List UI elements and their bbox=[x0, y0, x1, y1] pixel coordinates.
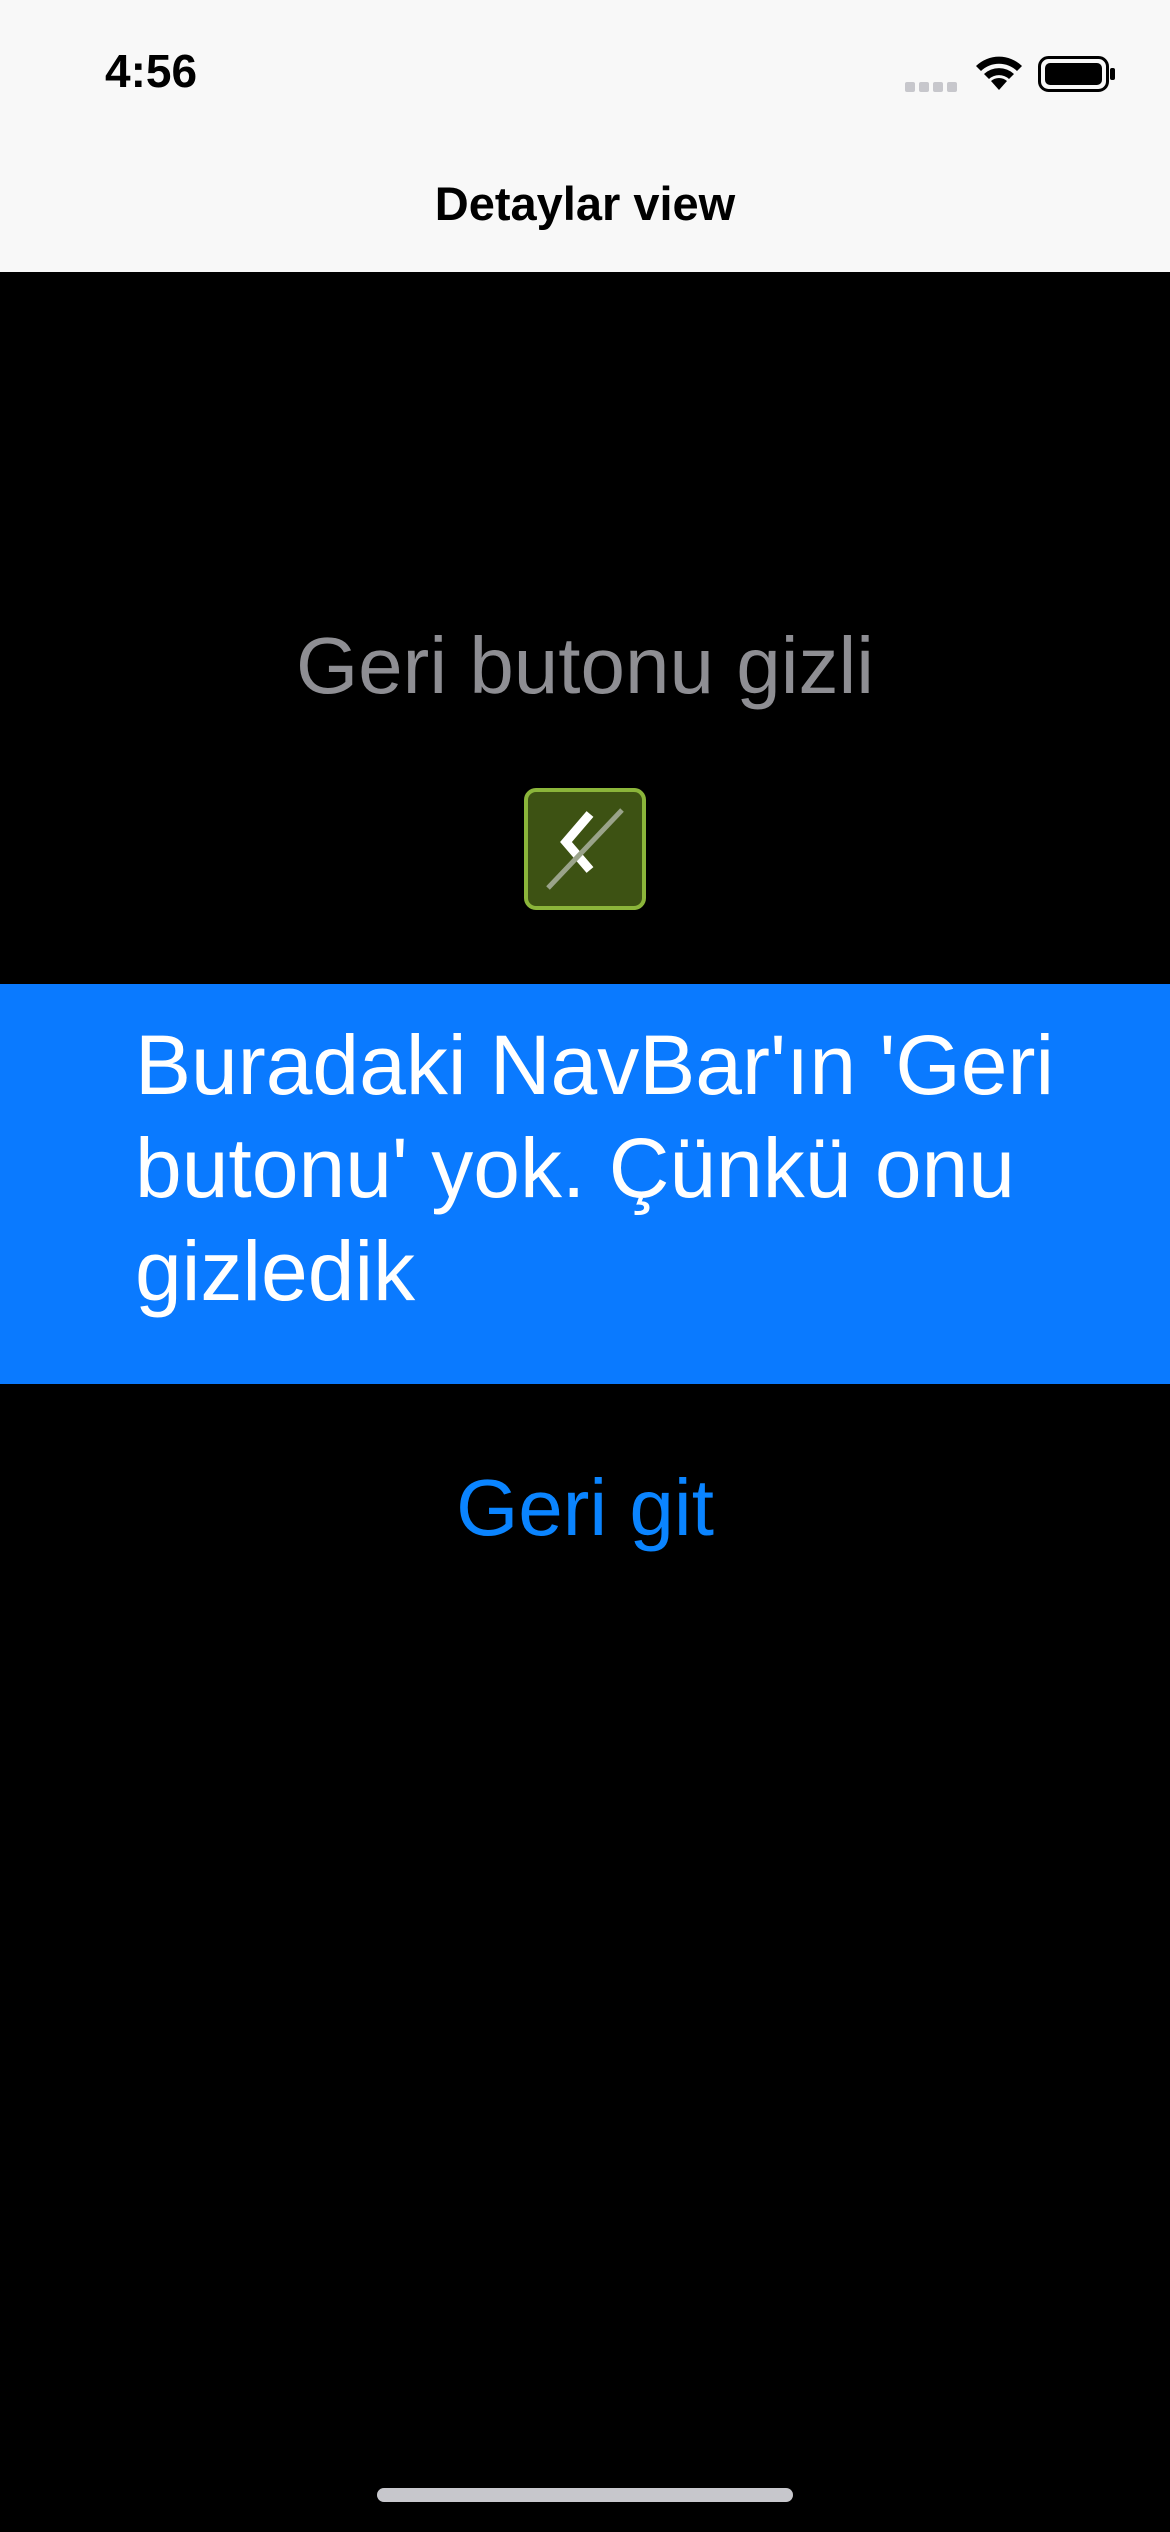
detail-screen: 4:56 Detaylar view Geri butonu gizli Bur… bbox=[0, 0, 1170, 2532]
info-text: Buradaki NavBar'ın 'Geri butonu' yok. Çü… bbox=[135, 1018, 1055, 1318]
go-back-button[interactable]: Geri git bbox=[0, 1462, 1170, 1554]
hidden-back-button-label: Geri butonu gizli bbox=[295, 621, 875, 710]
info-banner: Buradaki NavBar'ın 'Geri butonu' yok. Çü… bbox=[0, 984, 1170, 1384]
hidden-back-button-icon bbox=[524, 788, 646, 910]
status-time: 4:56 bbox=[105, 45, 198, 97]
page-title: Detaylar view bbox=[434, 177, 736, 230]
wifi-icon bbox=[976, 56, 1022, 90]
chevron-left-icon bbox=[546, 808, 624, 890]
navigation-header: 4:56 Detaylar view bbox=[0, 0, 1170, 272]
battery-icon bbox=[1038, 56, 1115, 92]
status-bar: 4:56 bbox=[0, 0, 1170, 150]
home-indicator[interactable] bbox=[377, 2488, 793, 2502]
cellular-signal-icon bbox=[905, 82, 957, 92]
